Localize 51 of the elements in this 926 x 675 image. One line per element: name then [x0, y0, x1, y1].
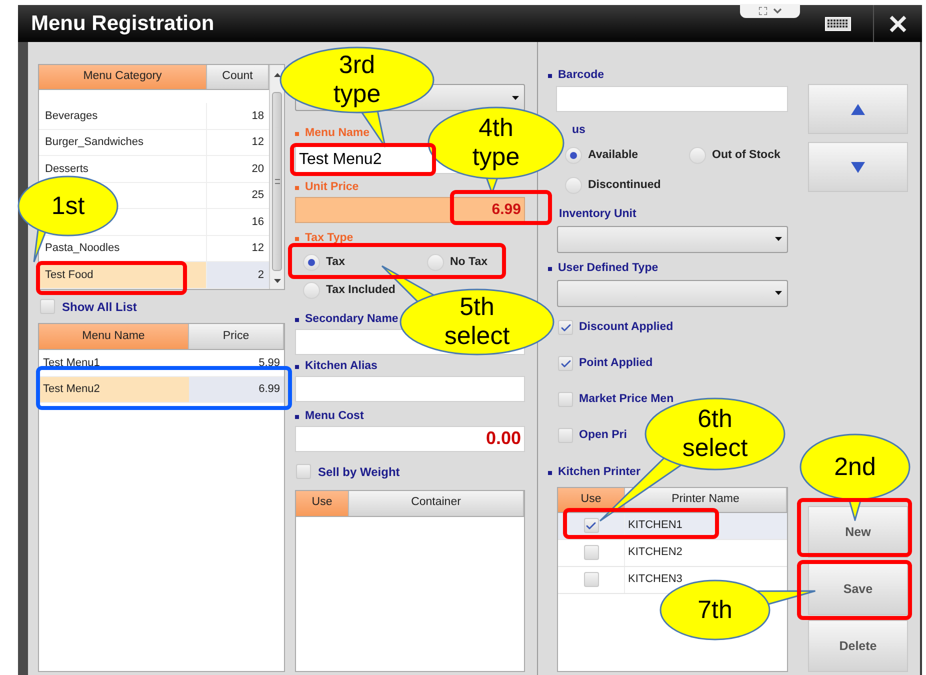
callout-text: 5th select	[443, 293, 511, 351]
field-label: Barcode	[558, 68, 604, 84]
field-label: Kitchen Alias	[305, 358, 378, 374]
table-cell-text: 12	[252, 135, 264, 150]
radio-label: Available	[588, 148, 638, 163]
field-value: Test Menu2	[299, 150, 382, 170]
table-cell-text: 2	[258, 268, 264, 282]
table-cell-text: KITCHEN1	[628, 518, 682, 534]
callout-text: 6th select	[681, 405, 749, 463]
checkbox-label: Open Pri	[579, 428, 627, 443]
field-label: Menu Cost	[305, 408, 364, 424]
table-cell-text: 20	[252, 162, 264, 176]
table-cell-text: Test Menu2	[43, 382, 100, 397]
table-cell-text: 25	[252, 188, 264, 203]
field-label: us	[572, 123, 586, 138]
callout-text: 2nd	[833, 452, 877, 482]
table-cell-text: 18	[252, 108, 264, 124]
field-value: 6.99	[492, 200, 521, 220]
checkbox-label: Show All List	[62, 298, 137, 316]
field-label: Kitchen Printer	[558, 464, 640, 480]
callout-text: 3rd type	[332, 51, 382, 109]
field-label: Menu Name	[305, 126, 370, 142]
checkbox-label: Point Applied	[579, 356, 653, 371]
radio-label: Discontinued	[588, 178, 661, 194]
table-cell-text: Burger_Sandwiches	[45, 135, 144, 150]
table-cell-text: 12	[252, 241, 264, 256]
table-cell-text: 16	[252, 214, 264, 230]
checkbox-label: Discount Applied	[579, 320, 674, 335]
table-cell-text: Test Menu1	[43, 356, 100, 370]
table-cell-text: Beverages	[45, 108, 98, 124]
field-label: Secondary Name	[305, 312, 398, 327]
table-cell-text: 6.99	[258, 382, 280, 397]
field-label: Inventory Unit	[559, 206, 636, 222]
radio-label: No Tax	[450, 255, 488, 270]
table-cell-text: KITCHEN2	[628, 545, 682, 560]
field-label: Tax Type	[305, 231, 354, 246]
table-cell-text: Pasta_Noodles	[45, 241, 120, 256]
radio-label: Tax	[326, 255, 345, 270]
table-cell-text: 5.99	[258, 356, 280, 370]
field-label: Unit Price	[305, 180, 359, 196]
radio-label: Tax Included	[326, 283, 396, 298]
field-label: User Defined Type	[558, 260, 658, 276]
table-cell-text: KITCHEN3	[628, 572, 682, 588]
field-value: 0.00	[486, 427, 521, 450]
table-cell-text: Desserts	[45, 162, 88, 176]
window-title: Menu Registration	[31, 10, 214, 37]
checkbox-label: Market Price Men	[579, 392, 674, 407]
radio-label: Out of Stock	[712, 148, 780, 163]
checkbox-label: Sell by Weight	[318, 464, 400, 480]
callout-text: 7th	[696, 596, 734, 624]
table-cell-text: Test Food	[45, 268, 94, 282]
